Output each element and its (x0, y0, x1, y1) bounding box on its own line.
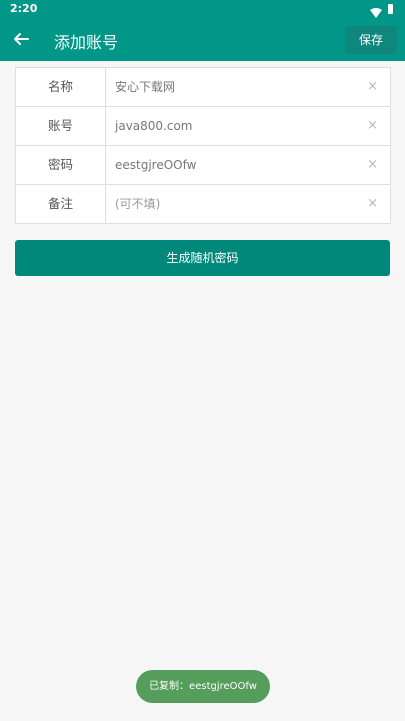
status-time: 2:20 (10, 2, 38, 15)
note-input[interactable]: (可不填) (115, 185, 160, 223)
clear-icon[interactable]: × (367, 107, 378, 145)
account-label: 账号 (16, 107, 106, 145)
app-toolbar: 添加账号 保存 (0, 18, 405, 61)
form-row-password: 密码 eestgjreOOfw × (16, 146, 390, 185)
form-row-note: 备注 (可不填) × (16, 185, 390, 223)
clear-icon[interactable]: × (367, 68, 378, 106)
copied-toast: 已复制：eestgjreOOfw (136, 670, 270, 703)
form-row-name: 名称 安心下载网 × (16, 68, 390, 107)
page-title: 添加账号 (54, 33, 119, 52)
note-label: 备注 (16, 185, 106, 223)
password-label: 密码 (16, 146, 106, 184)
account-form: 名称 安心下载网 × 账号 java800.com × 密码 eestgjreO… (15, 67, 391, 224)
clear-icon[interactable]: × (367, 185, 378, 223)
password-input[interactable]: eestgjreOOfw (115, 146, 196, 184)
account-input[interactable]: java800.com (115, 107, 193, 145)
battery-icon (388, 4, 393, 14)
save-button[interactable]: 保存 (345, 26, 397, 54)
form-row-account: 账号 java800.com × (16, 107, 390, 146)
status-bar: 2:20 (0, 0, 405, 18)
generate-password-button[interactable]: 生成随机密码 (15, 240, 390, 276)
name-input[interactable]: 安心下载网 (115, 68, 175, 106)
clear-icon[interactable]: × (367, 146, 378, 184)
back-arrow-icon[interactable] (12, 30, 30, 48)
name-label: 名称 (16, 68, 106, 106)
